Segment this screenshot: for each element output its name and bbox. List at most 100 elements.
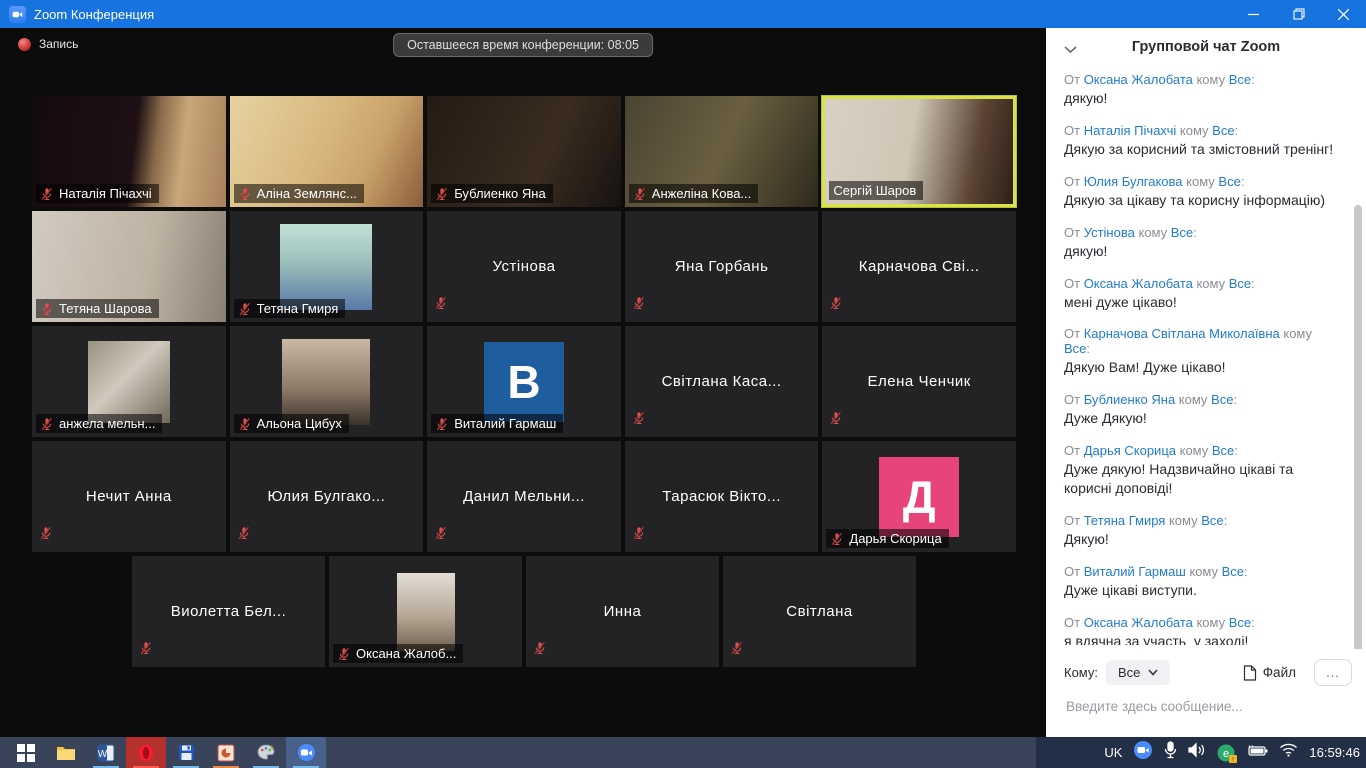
participant-initial-avatar: Д [879, 457, 959, 537]
muted-mic-icon [237, 526, 251, 540]
sender-name[interactable]: Виталий Гармаш [1084, 564, 1186, 579]
file-button[interactable]: Файл [1243, 665, 1296, 681]
participant-tile[interactable]: Аліна Землянс... [230, 96, 424, 207]
warning-badge-icon: ! [1229, 755, 1237, 763]
participant-tile[interactable]: Устінова [427, 211, 621, 322]
sender-name[interactable]: Бублиенко Яна [1084, 392, 1175, 407]
chat-message-text: Дякую! [1064, 530, 1336, 549]
more-options-button[interactable]: ... [1314, 659, 1352, 686]
participant-name-label: Оксана Жалоб... [333, 644, 463, 663]
sender-name[interactable]: Юлия Булгакова [1084, 174, 1183, 189]
taskbar-file-explorer[interactable] [46, 737, 86, 768]
start-button[interactable] [6, 737, 46, 768]
participant-tile[interactable]: Тетяна Гмиря [230, 211, 424, 322]
sender-name[interactable]: Наталія Пічахчі [1084, 123, 1177, 138]
participant-tile[interactable]: Тарасюк Вікто... [625, 441, 819, 552]
colon: : [1193, 225, 1197, 240]
participant-tile[interactable]: Тетяна Шарова [32, 211, 226, 322]
participant-tile[interactable]: Нечит Анна [32, 441, 226, 552]
participant-tile[interactable]: Бублиенко Яна [427, 96, 621, 207]
chat-message-meta: От Карначова Світлана Миколаївна кому Вс… [1064, 326, 1336, 356]
participant-tile[interactable]: Оксана Жалоб... [329, 556, 522, 667]
recipient-name[interactable]: Все [1212, 123, 1234, 138]
participant-tile[interactable]: ДДарья Скорица [822, 441, 1016, 552]
close-button[interactable] [1321, 0, 1366, 28]
participant-tile[interactable]: Сергій Шаров [822, 96, 1016, 207]
recipient-name[interactable]: Все [1171, 225, 1193, 240]
to-label: кому [1176, 443, 1212, 458]
chat-message: От Оксана Жалобата кому Все:я вдячна за … [1064, 615, 1336, 645]
taskbar-paint[interactable] [246, 737, 286, 768]
muted-mic-icon [632, 411, 646, 425]
to-label: кому [1165, 513, 1201, 528]
participant-name-label: Аліна Землянс... [234, 184, 364, 203]
participant-tile[interactable]: Наталія Пічахчі [32, 96, 226, 207]
battery-charging-icon[interactable] [1246, 744, 1268, 762]
minimize-button[interactable] [1231, 0, 1276, 28]
participant-tile[interactable]: Елена Ченчик [822, 326, 1016, 437]
from-label: От [1064, 174, 1084, 189]
participant-tile[interactable]: анжела мельн... [32, 326, 226, 437]
taskbar-opera[interactable] [126, 737, 166, 768]
recipient-name[interactable]: Все [1064, 341, 1086, 356]
chat-message-text: дякую! [1064, 242, 1336, 261]
muted-mic-icon [435, 187, 449, 201]
svg-text:W: W [98, 749, 108, 760]
chat-scrollbar[interactable] [1354, 205, 1362, 653]
taskbar-save-app[interactable] [166, 737, 206, 768]
participant-name-label: Сергій Шаров [829, 181, 923, 200]
participant-tile[interactable]: Юлия Булгако... [230, 441, 424, 552]
participant-tile[interactable]: ВВиталий Гармаш [427, 326, 621, 437]
restore-button[interactable] [1276, 0, 1321, 28]
recipient-name[interactable]: Все [1218, 174, 1240, 189]
chat-message-input[interactable] [1064, 698, 1348, 715]
participant-tile[interactable]: Світлана [723, 556, 916, 667]
recording-indicator[interactable]: Запись [18, 37, 78, 51]
sender-name[interactable]: Устінова [1084, 225, 1135, 240]
zoom-icon [297, 743, 316, 762]
tray-zoom-icon[interactable] [1133, 740, 1153, 765]
muted-mic-icon [238, 302, 252, 316]
wifi-icon[interactable] [1279, 743, 1298, 762]
sender-name[interactable]: Оксана Жалобата [1084, 276, 1193, 291]
recipient-dropdown[interactable]: Все [1106, 660, 1170, 685]
antivirus-tray-icon[interactable]: e ! [1217, 744, 1235, 762]
participant-name: Виталий Гармаш [454, 416, 556, 431]
sender-name[interactable]: Дарья Скорица [1084, 443, 1176, 458]
to-label: кому [1186, 564, 1222, 579]
sender-name[interactable]: Тетяна Гмиря [1084, 513, 1166, 528]
composer-to-label: Кому: [1064, 665, 1098, 680]
speaker-icon[interactable] [1188, 742, 1206, 763]
participant-tile[interactable]: Инна [526, 556, 719, 667]
muted-indicator [139, 641, 153, 660]
participant-name-centered: Світлана Каса... [625, 326, 819, 437]
participant-tile[interactable]: Світлана Каса... [625, 326, 819, 437]
participant-tile[interactable]: Виолетта Бел... [132, 556, 325, 667]
sender-name[interactable]: Карначова Світлана Миколаївна [1084, 326, 1280, 341]
recipient-name[interactable]: Все [1211, 392, 1233, 407]
taskbar-word[interactable]: W [86, 737, 126, 768]
recipient-name[interactable]: Все [1229, 276, 1251, 291]
participant-tile[interactable]: Данил Мельни... [427, 441, 621, 552]
muted-indicator [829, 296, 843, 315]
recipient-name[interactable]: Все [1222, 564, 1244, 579]
taskbar-powerpoint[interactable] [206, 737, 246, 768]
microphone-icon[interactable] [1164, 741, 1177, 764]
taskbar-zoom[interactable] [286, 737, 326, 768]
participant-tile[interactable]: Анжеліна Кова... [625, 96, 819, 207]
recipient-name[interactable]: Все [1212, 443, 1234, 458]
participant-name-label: Тетяна Шарова [36, 299, 159, 318]
participant-tile[interactable]: Яна Горбань [625, 211, 819, 322]
clock[interactable]: 16:59:46 [1309, 745, 1360, 760]
participant-name-label: Дарья Скорица [826, 529, 948, 548]
language-indicator[interactable]: UK [1104, 745, 1122, 760]
participant-tile[interactable]: Альона Цибух [230, 326, 424, 437]
record-label: Запись [39, 37, 78, 51]
sender-name[interactable]: Оксана Жалобата [1084, 72, 1193, 87]
recipient-name[interactable]: Все [1201, 513, 1223, 528]
recipient-name[interactable]: Все [1229, 615, 1251, 630]
chevron-down-icon[interactable] [1064, 41, 1077, 59]
sender-name[interactable]: Оксана Жалобата [1084, 615, 1193, 630]
participant-tile[interactable]: Карначова Сві... [822, 211, 1016, 322]
recipient-name[interactable]: Все [1229, 72, 1251, 87]
